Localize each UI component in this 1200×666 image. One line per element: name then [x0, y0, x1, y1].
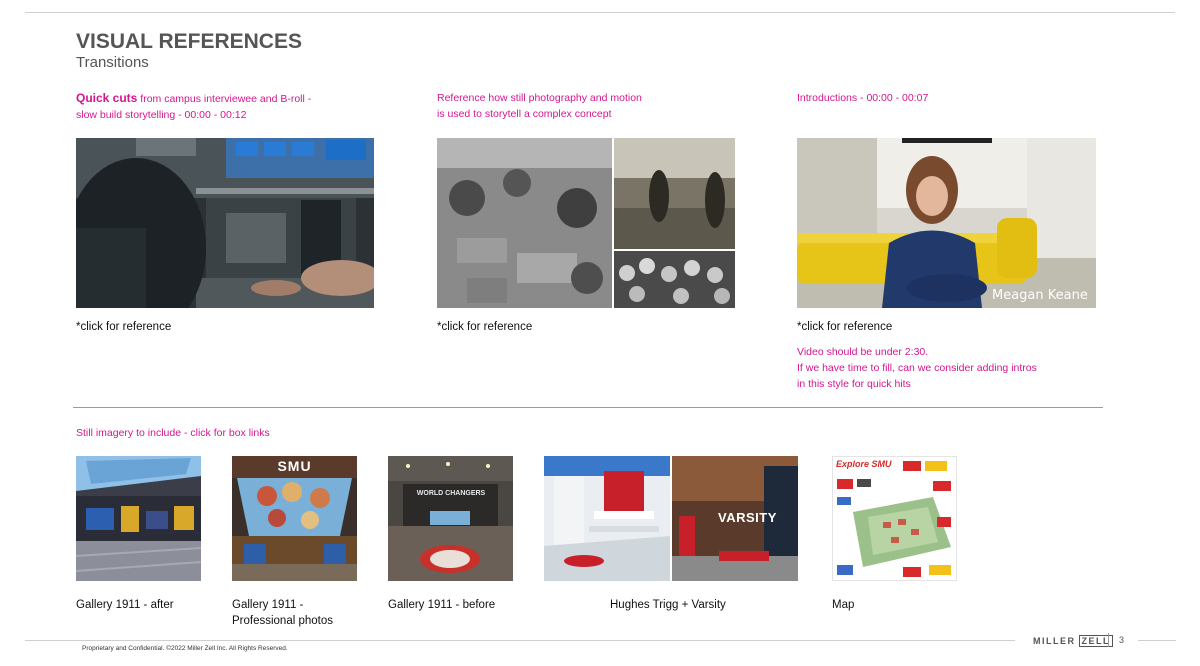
footer-divider-left: [25, 640, 1015, 641]
map-label: Map: [832, 599, 855, 611]
map-title-text: Explore SMU: [836, 459, 892, 469]
gallery-before-image[interactable]: WORLD CHANGERS: [388, 456, 513, 581]
smu-sign-text: SMU: [277, 458, 312, 474]
reference-3-video-thumbnail[interactable]: Meagan Keane: [797, 138, 1096, 308]
reference-1-caption[interactable]: *click for reference: [76, 321, 171, 333]
hughes-trigg-varsity-image[interactable]: VARSITY: [544, 456, 798, 581]
reference-2-heading: Reference how still photography and moti…: [437, 92, 642, 120]
miller-zell-logo: MILLER ZELL: [1033, 635, 1113, 647]
section-divider: [73, 407, 1103, 408]
gallery-after-image[interactable]: [76, 456, 201, 581]
gallery-before-label: Gallery 1911 - before: [388, 599, 496, 611]
reference-2-caption[interactable]: *click for reference: [437, 321, 532, 333]
campus-map-image[interactable]: Explore SMU: [832, 456, 957, 581]
reference-1-heading: Quick cuts from campus interviewee and B…: [76, 91, 312, 121]
gallery-professional-photos-label: Gallery 1911 - Professional photos: [232, 599, 334, 627]
gallery-professional-photos-image[interactable]: SMU: [232, 456, 357, 581]
footer-legal: Proprietary and Confidential. ©2022 Mill…: [82, 645, 288, 652]
world-changers-sign-text: WORLD CHANGERS: [416, 490, 486, 497]
page-subtitle: Transitions: [76, 54, 149, 71]
gallery-after-label: Gallery 1911 - after: [76, 599, 174, 611]
hughes-trigg-varsity-label: Hughes Trigg + Varsity: [610, 599, 726, 611]
still-imagery-heading: Still imagery to include - click for box…: [76, 427, 270, 439]
varsity-sign-text: VARSITY: [718, 510, 777, 525]
footer-divider-right: [1138, 640, 1176, 641]
reference-3-note: Video should be under 2:30. If we have t…: [797, 346, 1037, 390]
footer-separator: [1108, 633, 1109, 647]
top-divider: [25, 12, 1175, 13]
reference-3-caption[interactable]: *click for reference: [797, 321, 892, 333]
reference-3-heading: Introductions - 00:00 - 00:07: [797, 92, 929, 104]
page-title: VISUAL REFERENCES: [76, 30, 302, 53]
page-number: 3: [1119, 635, 1125, 645]
reference-1-video-thumbnail[interactable]: [76, 138, 374, 308]
reference-2-video-thumbnail[interactable]: [437, 138, 735, 308]
reference-1-heading-bold: Quick cuts: [76, 91, 138, 105]
video-overlay-name: Meagan Keane: [992, 288, 1088, 303]
